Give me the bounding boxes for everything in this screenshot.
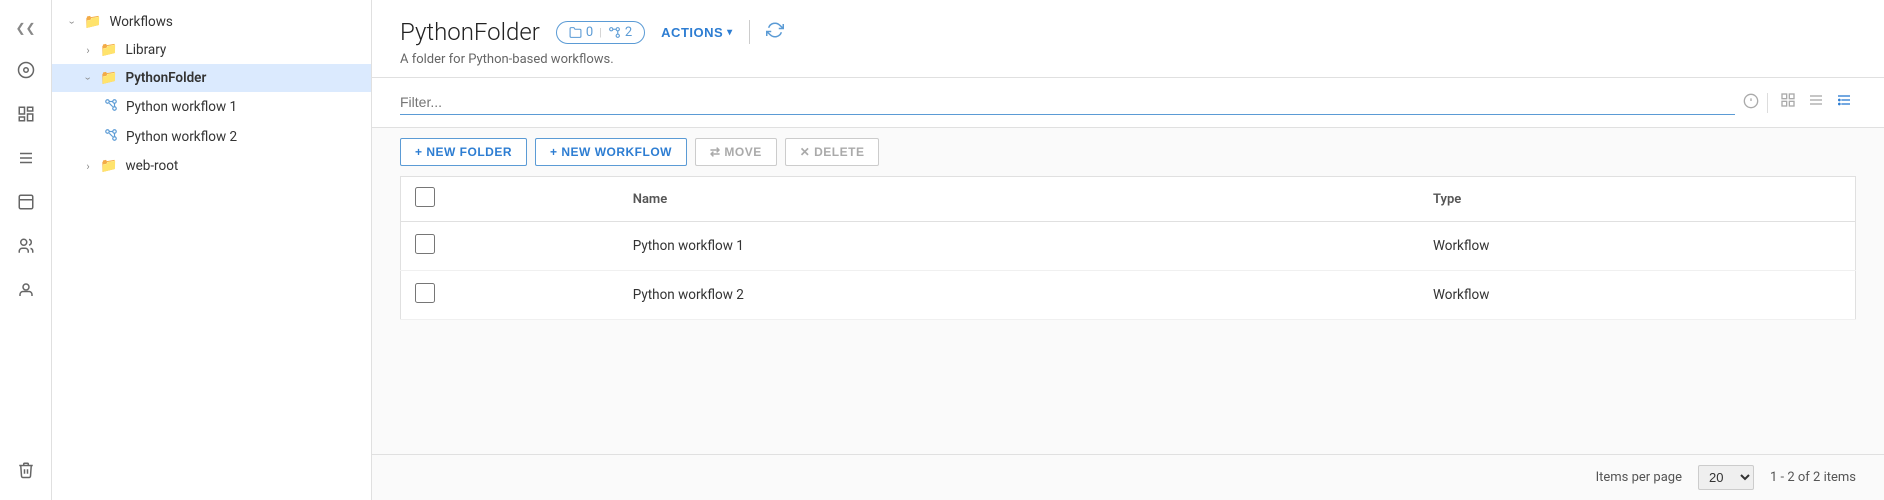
sidebar-item-label: PythonFolder [125,70,206,86]
detail-view-button[interactable] [1832,90,1856,115]
sidebar-item-workflows-root[interactable]: › 📁 Workflows [52,8,371,36]
new-folder-button[interactable]: + NEW FOLDER [400,138,527,166]
users-nav-icon[interactable] [8,272,44,308]
sidebar-item-label: Workflows [109,14,172,30]
workflow-count: 2 [625,25,632,40]
sidebar-item-label: web-root [125,158,178,174]
actions-label: ACTIONS [661,25,723,40]
row-name-cell: Python workflow 2 [619,271,1419,320]
sidebar-item-label: Library [125,42,166,58]
filter-separator [1767,93,1768,113]
pagination-range: 1 - 2 of 2 items [1770,470,1856,485]
folder-icon: 📁 [100,70,117,86]
chevron-right-icon: › [80,160,96,173]
team-nav-icon[interactable] [8,228,44,264]
folder-count-badge: 0 [569,25,593,40]
per-page-select[interactable]: 20 50 100 [1698,465,1754,490]
row-select-checkbox[interactable] [415,283,435,303]
row-checkbox-cell [401,271,619,320]
pagination-bar: Items per page 20 50 100 1 - 2 of 2 item… [372,454,1884,500]
info-icon[interactable] [1743,93,1759,113]
workflow-icon [104,98,118,116]
icon-rail: ❮❮ [0,0,52,500]
folder-icon: 📁 [84,14,101,30]
table-header-row: Name Type [401,177,1856,222]
sidebar-item-workflow1[interactable]: Python workflow 1 [52,92,371,122]
items-table: Name Type Python workflow 1 Workflow Pyt… [400,176,1856,320]
folder-stats-badge: 0 | 2 [556,21,645,44]
chevron-down-icon: › [82,70,95,86]
sidebar-item-library[interactable]: › 📁 Library [52,36,371,64]
chevron-down-icon: › [66,14,79,30]
row-select-checkbox[interactable] [415,234,435,254]
name-column-header: Name [619,177,1419,222]
table-row: Python workflow 1 Workflow [401,222,1856,271]
inbox-nav-icon[interactable] [8,184,44,220]
library-nav-icon[interactable] [8,96,44,132]
sidebar-item-pythonfolder[interactable]: › 📁 PythonFolder [52,64,371,92]
main-content: PythonFolder 0 | 2 ACTIONS ▾ A [372,0,1884,500]
table-container: Name Type Python workflow 1 Workflow Pyt… [372,176,1884,454]
badge-separator: | [599,26,602,39]
header-separator [749,20,750,44]
folder-icon: 📁 [100,42,117,58]
main-header: PythonFolder 0 | 2 ACTIONS ▾ A [372,0,1884,78]
trash-nav-icon[interactable] [8,452,44,488]
folder-count: 0 [586,25,593,40]
row-checkbox-cell [401,222,619,271]
action-toolbar: + NEW FOLDER + NEW WORKFLOW ⇄ MOVE ✕ DEL… [372,128,1884,176]
page-description: A folder for Python-based workflows. [400,52,1856,67]
select-all-checkbox[interactable] [415,187,435,207]
row-type-cell: Workflow [1419,222,1856,271]
row-type-cell: Workflow [1419,271,1856,320]
items-per-page-label: Items per page [1596,470,1682,485]
type-column-header: Type [1419,177,1856,222]
folder-icon: 📁 [100,158,117,174]
refresh-button[interactable] [766,21,784,44]
delete-button[interactable]: ✕ DELETE [785,138,880,166]
header-title-row: PythonFolder 0 | 2 ACTIONS ▾ [400,18,1856,46]
chevron-down-icon: ▾ [727,27,733,38]
rail-collapse-button[interactable]: ❮❮ [0,12,51,44]
filter-bar [372,78,1884,128]
chevron-right-icon: › [80,44,96,57]
workflows-nav-icon[interactable] [8,140,44,176]
move-button[interactable]: ⇄ MOVE [695,138,777,166]
grid-view-button[interactable] [1776,90,1800,115]
sidebar-item-webroot[interactable]: › 📁 web-root [52,152,371,180]
table-row: Python workflow 2 Workflow [401,271,1856,320]
new-workflow-button[interactable]: + NEW WORKFLOW [535,138,687,166]
select-all-header [401,177,619,222]
view-switcher [1776,90,1856,115]
workflow-count-badge: 2 [608,25,632,40]
dashboard-nav-icon[interactable] [8,52,44,88]
sidebar: › 📁 Workflows › 📁 Library › 📁 PythonFold… [52,0,372,500]
row-name-cell: Python workflow 1 [619,222,1419,271]
page-title: PythonFolder [400,18,540,46]
filter-input[interactable] [400,90,1735,115]
sidebar-item-label: Python workflow 2 [126,129,237,145]
sidebar-item-workflow2[interactable]: Python workflow 2 [52,122,371,152]
list-view-button[interactable] [1804,90,1828,115]
sidebar-item-label: Python workflow 1 [126,99,237,115]
actions-button[interactable]: ACTIONS ▾ [661,25,733,40]
workflow-icon [104,128,118,146]
